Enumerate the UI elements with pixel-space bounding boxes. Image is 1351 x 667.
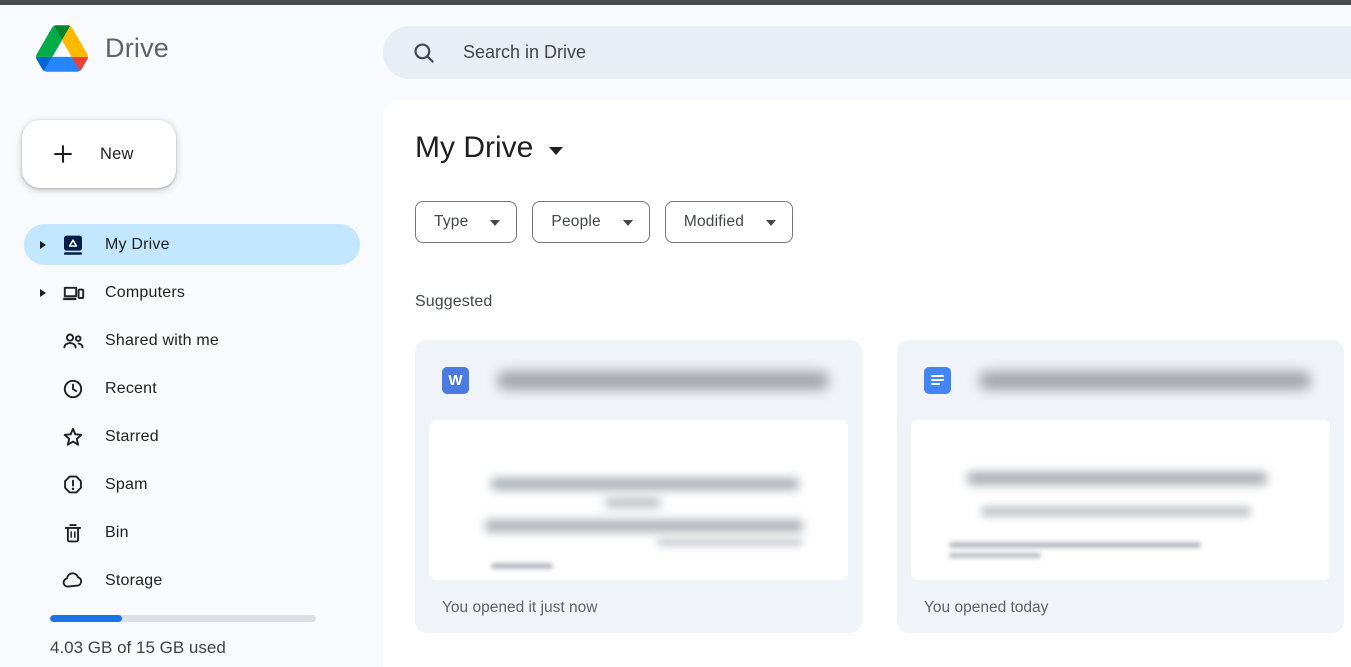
chip-label: Type [434,213,468,231]
blurred-text-line [605,499,661,507]
suggested-section-title: Suggested [415,293,1351,311]
google-drive-logo-icon [36,25,88,72]
google-drive-window: Drive New [0,0,1351,667]
sidebar-nav: My Drive Computers [24,224,360,608]
sidebar-item-shared-with-me[interactable]: Shared with me [24,320,360,361]
browser-edge-strip [0,0,1351,5]
sidebar-item-label: Recent [105,380,157,398]
my-drive-icon [61,233,85,257]
search-input[interactable] [463,42,1351,63]
blurred-text-line [967,472,1267,485]
spam-icon [61,473,85,497]
shared-with-me-icon [61,329,85,353]
document-preview [429,420,848,580]
page-title: My Drive [415,131,533,165]
sidebar-item-starred[interactable]: Starred [24,416,360,457]
sidebar-item-recent[interactable]: Recent [24,368,360,409]
chevron-down-icon [549,147,563,155]
card-status-text: You opened today [897,580,1344,617]
blurred-text-line [657,539,803,546]
sidebar-item-computers[interactable]: Computers [24,272,360,313]
blurred-text-line [491,478,799,490]
sidebar-item-my-drive[interactable]: My Drive [24,224,360,265]
bin-icon [61,521,85,545]
chevron-down-icon [623,220,633,226]
computers-icon [61,281,85,305]
app-title: Drive [105,33,169,64]
chip-label: People [551,213,600,231]
blurred-text-line [981,506,1251,517]
new-button-label: New [100,145,134,164]
suggested-file-card[interactable]: You opened today [897,340,1344,633]
storage-usage-text: 4.03 GB of 15 GB used [50,638,226,658]
drive-logo: Drive [36,25,169,72]
suggested-file-card[interactable]: W You opened it just now [415,340,862,633]
new-button[interactable]: New [22,120,176,188]
main-content-panel: My Drive Type People Modified Suggested [383,100,1351,667]
sidebar-item-label: Spam [105,476,148,494]
blurred-text-line [949,553,1041,558]
my-drive-title-dropdown[interactable]: My Drive [415,131,563,165]
blurred-text-line [491,563,553,569]
chevron-down-icon [766,220,776,226]
suggested-cards: W You opened it just now [415,340,1351,633]
filter-chips: Type People Modified [415,201,1351,243]
sidebar-item-label: Bin [105,524,129,542]
card-header [897,340,1344,420]
blurred-file-title [497,371,829,390]
word-file-icon: W [442,367,469,394]
sidebar-item-spam[interactable]: Spam [24,464,360,505]
card-header: W [415,340,862,420]
blurred-text-line [949,542,1201,548]
sidebar-item-label: Starred [105,428,159,446]
storage-progress-fill [50,615,122,622]
filter-chip-modified[interactable]: Modified [665,201,793,243]
sidebar-item-storage[interactable]: Storage [24,560,360,601]
expand-caret-icon[interactable] [39,288,55,298]
sidebar-item-label: Shared with me [105,332,219,350]
sidebar-item-label: Computers [105,284,185,302]
filter-chip-type[interactable]: Type [415,201,517,243]
storage-icon [61,569,85,593]
google-docs-file-icon [924,367,951,394]
sidebar-item-label: Storage [105,572,162,590]
sidebar-item-bin[interactable]: Bin [24,512,360,553]
sidebar-item-label: My Drive [105,236,170,254]
starred-icon [61,425,85,449]
blurred-file-title [979,371,1311,390]
chip-label: Modified [684,213,744,231]
recent-icon [61,377,85,401]
storage-progress-bar [50,615,316,622]
document-preview [911,420,1330,580]
filter-chip-people[interactable]: People [532,201,649,243]
blurred-text-line [485,520,803,532]
card-status-text: You opened it just now [415,580,862,617]
plus-icon [50,141,76,167]
search-icon[interactable] [411,40,437,66]
expand-caret-icon[interactable] [39,240,55,250]
chevron-down-icon [490,220,500,226]
search-bar[interactable] [383,26,1351,79]
